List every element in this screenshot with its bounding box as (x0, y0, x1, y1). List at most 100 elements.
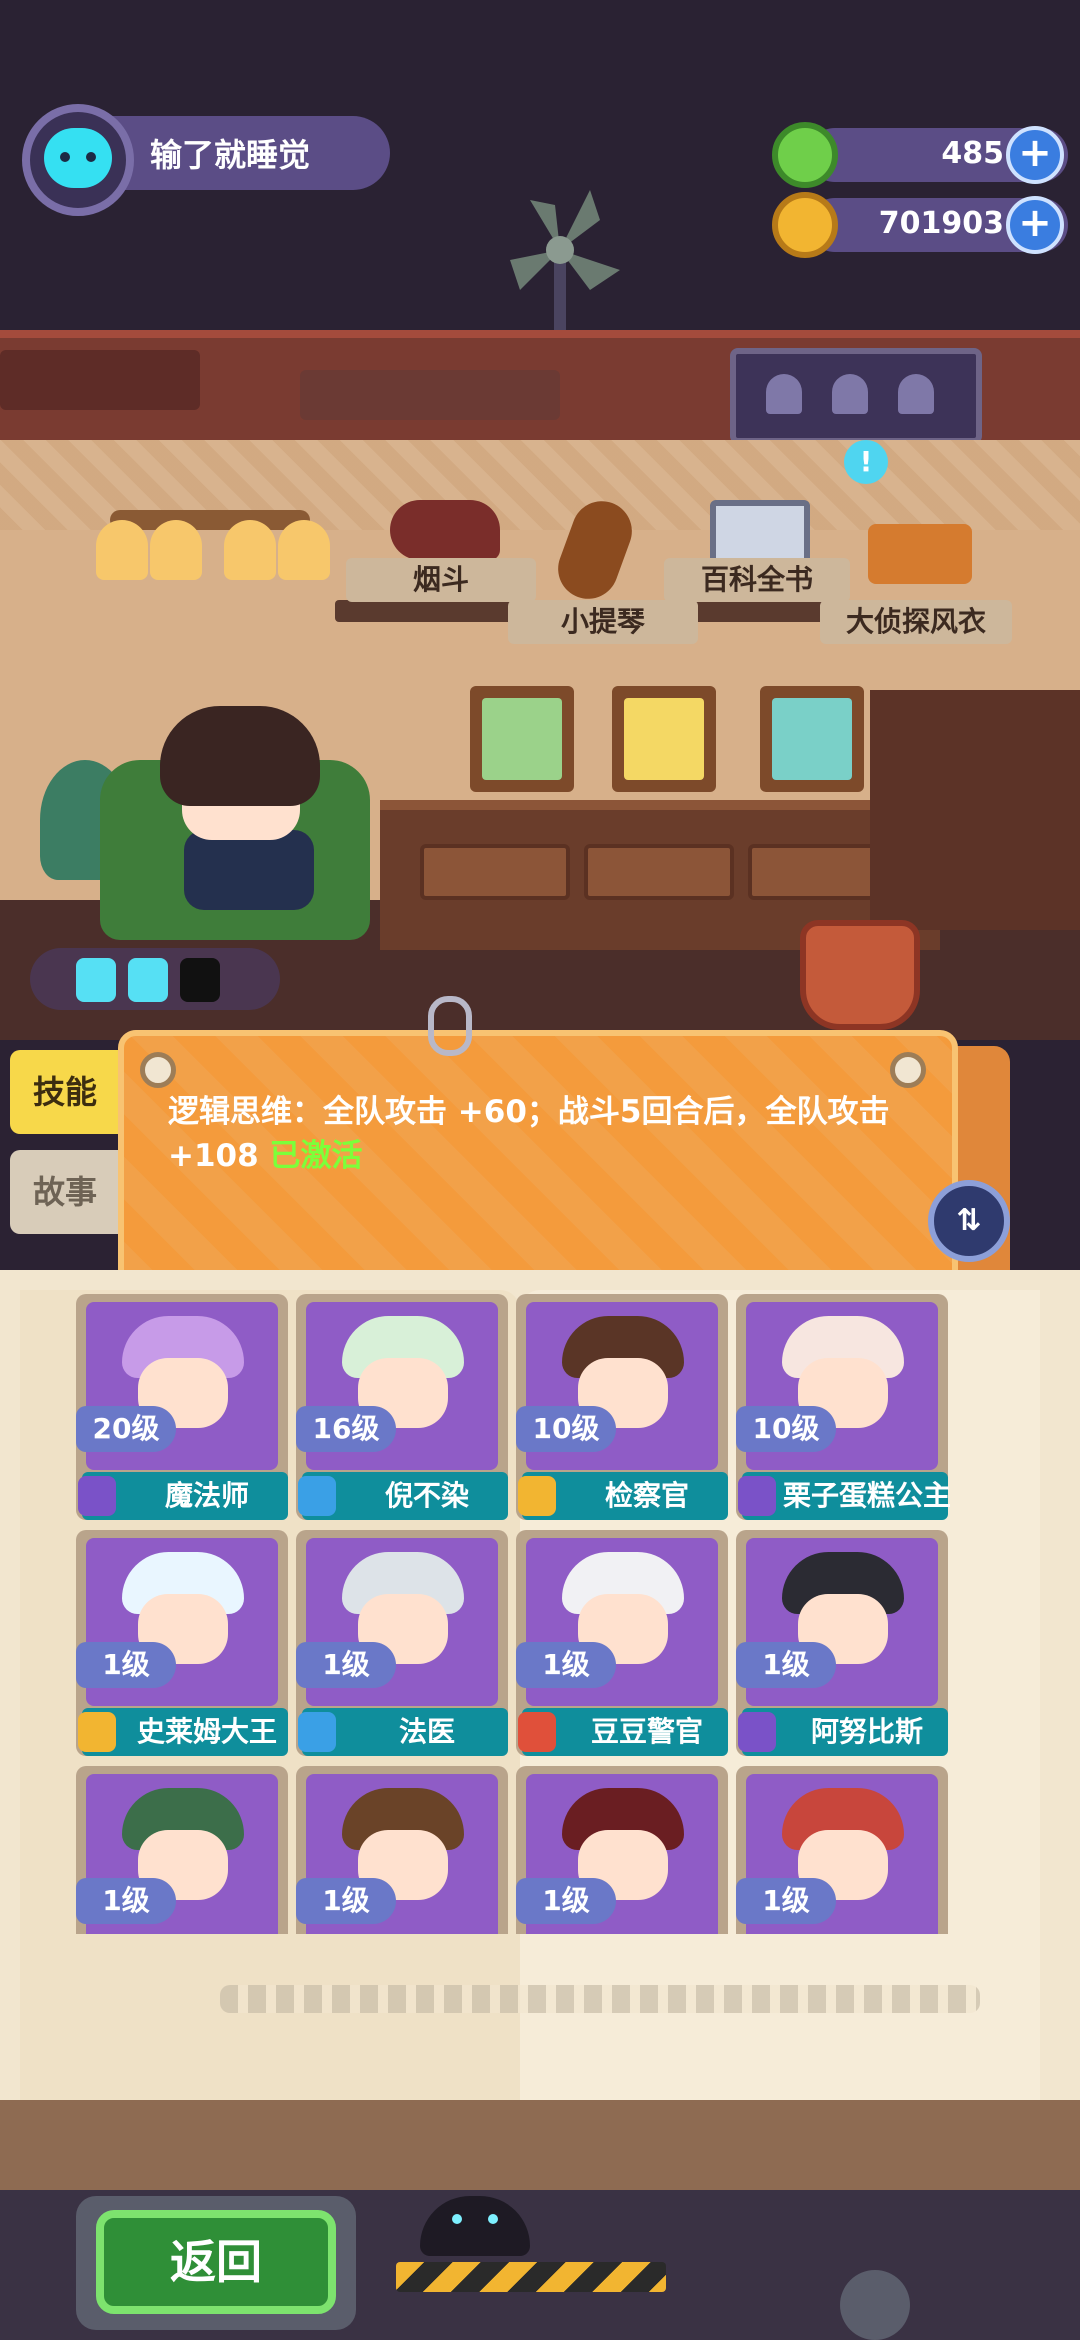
add-coin-button[interactable]: + (1006, 196, 1064, 254)
level-badge: 1级 (76, 1642, 176, 1688)
desk-drawer (420, 844, 570, 900)
hazard-stripe (396, 2262, 666, 2292)
critter-eye (488, 2214, 498, 2224)
ghost-icon (832, 374, 868, 414)
back-button[interactable]: 返回 (96, 2210, 336, 2314)
character-card[interactable]: 1级 法医 (296, 1530, 508, 1756)
energy-cell-icon (76, 958, 116, 1002)
class-shield-icon (78, 1712, 116, 1752)
avatar[interactable] (22, 104, 134, 216)
character-name: 阿努比斯 (810, 1715, 923, 1748)
player-name: 输了就睡觉 (150, 136, 311, 174)
bookcase (870, 690, 1080, 930)
level-badge: 20级 (76, 1406, 176, 1452)
windmill-fan (510, 190, 620, 340)
energy-cell-empty (180, 958, 220, 1002)
character-name: 栗子蛋糕公主 (782, 1479, 951, 1512)
info-icon[interactable]: ! (844, 440, 888, 484)
level-badge: 1级 (76, 1878, 176, 1924)
lamp-shade (96, 520, 148, 580)
character-grid: 20级 魔法师 16级 倪不染 10级 检察官 10级 栗子蛋糕公主 1级 史莱姆大王 1级 法医 1级… (76, 1294, 976, 1934)
character-name: 法医 (398, 1715, 455, 1748)
character-name: 豆豆警官 (590, 1715, 703, 1748)
lamp-shade (224, 520, 276, 580)
class-shield-icon (298, 1476, 336, 1516)
class-shield-icon (298, 1712, 336, 1752)
roof-panel (300, 370, 560, 420)
roof-vent (0, 350, 200, 410)
level-badge: 1级 (296, 1642, 396, 1688)
name-bar: 法医 (298, 1708, 508, 1756)
portrait-frame (760, 686, 864, 792)
character-card[interactable]: 20级魔法师 (76, 1294, 288, 1520)
add-gem-button[interactable]: + (1006, 126, 1064, 184)
desk-drawer (584, 844, 734, 900)
detective-coat-item[interactable] (868, 524, 972, 584)
character-name: 史莱姆大王 (136, 1715, 277, 1748)
paper-clip (428, 996, 472, 1056)
critter-eye (452, 2214, 462, 2224)
level-badge: 1级 (516, 1878, 616, 1924)
coin-count: 701903 (878, 206, 1004, 241)
character-card[interactable]: 16级倪不染 (296, 1294, 508, 1520)
pipe-item[interactable] (390, 500, 500, 560)
skill-description: 逻辑思维：全队攻击 +60；战斗5回合后，全队攻击 +108 已激活 (168, 1090, 938, 1178)
portrait-frame (470, 686, 574, 792)
character-card[interactable]: 1级 (516, 1766, 728, 1934)
level-badge: 1级 (296, 1878, 396, 1924)
dialogue-button[interactable] (800, 920, 920, 1030)
character-name: 倪不染 (384, 1479, 469, 1512)
class-shield-icon (518, 1476, 556, 1516)
class-shield-icon (738, 1476, 776, 1516)
character-card[interactable]: 1级阿努比斯 (736, 1530, 948, 1756)
skill-status: 已激活 (269, 1138, 363, 1174)
lamp-shade (150, 520, 202, 580)
rivet (890, 1052, 926, 1088)
name-bar: 检察官 (518, 1472, 728, 1520)
character-card[interactable]: 1级 (76, 1766, 288, 1934)
item-label-coat: 大侦探风衣 (820, 600, 1012, 644)
item-label-violin: 小提琴 (508, 600, 698, 644)
character-name: 检察官 (604, 1479, 689, 1512)
class-shield-icon (518, 1712, 556, 1752)
level-badge: 10级 (516, 1406, 616, 1452)
book-edge (0, 2100, 1080, 2190)
name-bar: 豆豆警官 (518, 1708, 728, 1756)
portrait-frame (612, 686, 716, 792)
ghost-icon (766, 374, 802, 414)
level-badge: 1级 (736, 1878, 836, 1924)
page-text-blurred (220, 1985, 980, 2013)
ghost-sign (730, 348, 982, 444)
name-bar: 阿努比斯 (738, 1708, 948, 1756)
name-bar: 栗子蛋糕公主 (738, 1472, 951, 1520)
class-shield-icon (78, 1476, 116, 1516)
name-bar: 史莱姆大王 (78, 1708, 288, 1756)
swap-button[interactable]: ⇅ (928, 1180, 1010, 1262)
name-bar: 魔法师 (78, 1472, 288, 1520)
gem-count: 485 (941, 136, 1004, 171)
round-slot (840, 2270, 910, 2340)
rivet (140, 1052, 176, 1088)
cat-face-icon (44, 128, 112, 188)
name-bar: 倪不染 (298, 1472, 508, 1520)
character-card[interactable]: 10级检察官 (516, 1294, 728, 1520)
energy-cell-icon (128, 958, 168, 1002)
character-card[interactable]: 1级豆豆警官 (516, 1530, 728, 1756)
detective-body (184, 830, 314, 910)
character-card[interactable]: 1级 (296, 1766, 508, 1934)
tab-story[interactable]: 故事 (10, 1150, 120, 1234)
gem-icon (772, 122, 838, 188)
level-badge: 16级 (296, 1406, 396, 1452)
lamp-shade (278, 520, 330, 580)
character-card[interactable]: 1级 (736, 1766, 948, 1934)
level-badge: 1级 (736, 1642, 836, 1688)
level-badge: 10级 (736, 1406, 836, 1452)
character-name: 魔法师 (164, 1479, 249, 1512)
item-label-encyclopedia: 百科全书 (664, 558, 850, 602)
character-card[interactable]: 1级史莱姆大王 (76, 1530, 288, 1756)
level-badge: 1级 (516, 1642, 616, 1688)
character-card[interactable]: 10级栗子蛋糕公主 (736, 1294, 951, 1520)
coin-icon (772, 192, 838, 258)
tab-skill[interactable]: 技能 (10, 1050, 120, 1134)
item-label-pipe: 烟斗 (346, 558, 536, 602)
